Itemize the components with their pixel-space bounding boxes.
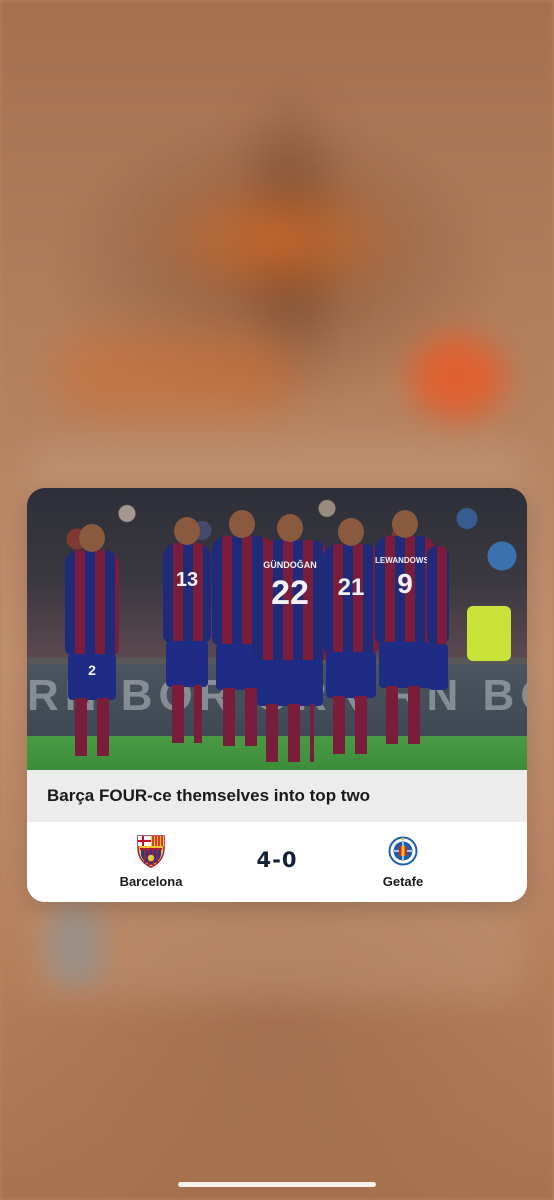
home-team: Barcelona	[91, 834, 211, 889]
away-team-name: Getafe	[382, 874, 424, 889]
player-number: 21	[337, 574, 365, 601]
home-indicator[interactable]	[178, 1182, 376, 1187]
home-team-name: Barcelona	[119, 874, 183, 889]
blurred-widget	[55, 335, 295, 415]
away-team: Getafe	[343, 834, 463, 889]
getafe-crest-icon	[388, 836, 418, 866]
player-22-gundogan: GÜNDOĞAN 22	[253, 514, 327, 762]
player-left: 2	[65, 524, 119, 756]
match-score: 4-0	[256, 848, 298, 872]
player-number: 9	[397, 568, 413, 599]
player-right-edge	[427, 546, 449, 690]
blurred-orange-dot	[410, 335, 505, 420]
player-13: 13	[163, 517, 211, 743]
score-row: Barcelona 4-0 Getafe	[27, 822, 527, 902]
blurred-clock	[150, 175, 410, 305]
player-name: LEWANDOWSKI	[375, 556, 437, 565]
headline: Barça FOUR-ce themselves into top two	[47, 786, 371, 805]
player-21: 21	[323, 518, 379, 754]
player-name: GÜNDOĞAN	[263, 560, 317, 570]
steward-vest	[467, 606, 511, 661]
player-number: 13	[175, 569, 199, 591]
player-9-lewandowski: LEWANDOWSKI 9	[375, 510, 437, 744]
fc-barcelona-crest-icon	[137, 835, 165, 868]
celebration-photo: RN BOR ORN RN BO 2 13 GÜNDOĞAN 22	[27, 488, 527, 770]
blurred-app-icon	[48, 905, 103, 985]
match-notification-card[interactable]: RN BOR ORN RN BO 2 13 GÜNDOĞAN 22	[27, 488, 527, 902]
player-number: 22	[271, 574, 309, 612]
headline-bar: Barça FOUR-ce themselves into top two	[27, 770, 527, 822]
player-number: 2	[88, 662, 96, 678]
